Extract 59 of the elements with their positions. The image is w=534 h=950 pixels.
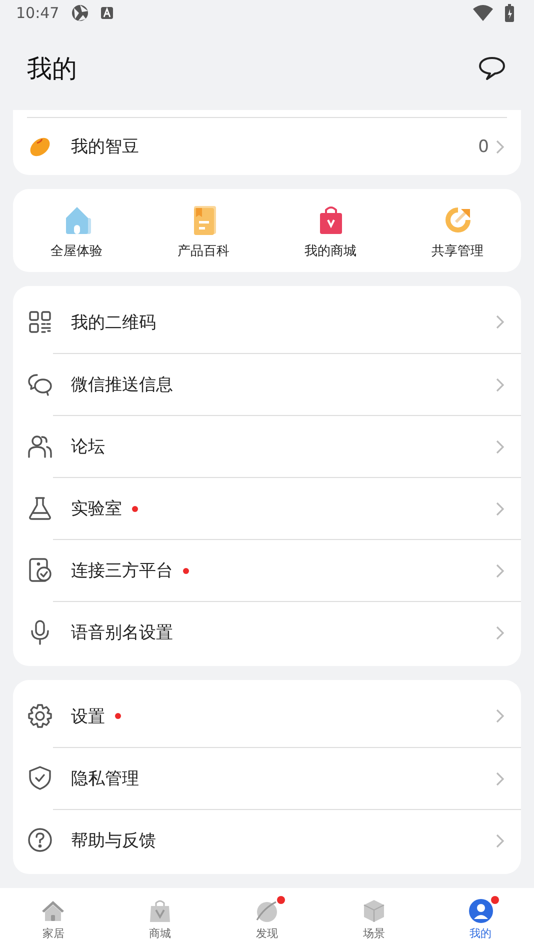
phone-shield-icon: [27, 557, 53, 583]
message-icon[interactable]: [478, 56, 506, 82]
menu-label: 我的二维码: [71, 312, 156, 334]
nav-tab[interactable]: 商城: [106, 888, 214, 950]
menu-label: 连接三方平台: [71, 560, 173, 582]
menu-label: 实验室: [71, 498, 122, 520]
wifi-icon: [473, 5, 493, 22]
status-time: 10:47: [16, 4, 60, 22]
chevron-right-icon: [495, 138, 505, 155]
shortcut-label: 全屋体验: [50, 242, 102, 260]
chevron-right-icon: [495, 562, 505, 578]
nav-tab[interactable]: 家居: [0, 888, 107, 950]
menu-label: 语音别名设置: [71, 622, 173, 644]
nav-tab[interactable]: 我的: [427, 888, 534, 950]
nav-tab[interactable]: 场景: [320, 888, 428, 950]
menu-row[interactable]: 设置: [13, 685, 521, 747]
menu-label: 隐私管理: [71, 768, 139, 790]
menu-label: 论坛: [71, 436, 105, 458]
chevron-right-icon: [495, 500, 505, 516]
battery-icon: [505, 4, 514, 22]
menu-label: 设置: [71, 706, 105, 728]
menu-label: 微信推送信息: [71, 374, 173, 396]
shortcut-item[interactable]: 共享管理: [394, 189, 521, 272]
people-icon: [27, 433, 53, 459]
qr-code-icon: [27, 309, 53, 335]
menu-row[interactable]: 论坛: [13, 415, 521, 477]
aperture-icon: [71, 4, 90, 22]
menu-label: 帮助与反馈: [71, 830, 156, 852]
beans-count: 0: [478, 136, 489, 157]
shortcut-item[interactable]: 产品百科: [140, 189, 267, 272]
menu-row[interactable]: 帮助与反馈: [13, 809, 521, 871]
shield-icon: [27, 765, 53, 791]
help-icon: [27, 827, 53, 853]
chevron-right-icon: [495, 832, 505, 848]
chevron-right-icon: [495, 314, 505, 330]
shortcut-label: 产品百科: [178, 242, 230, 260]
flask-icon: [27, 495, 53, 521]
shortcut-item[interactable]: 全屋体验: [13, 189, 140, 272]
keyboard-icon: [101, 7, 114, 20]
shortcut-item[interactable]: 我的商城: [267, 189, 394, 272]
menu-row[interactable]: 实验室: [13, 477, 521, 539]
chevron-right-icon: [495, 708, 505, 724]
menu-row[interactable]: 微信推送信息: [13, 353, 521, 415]
page-title: 我的: [27, 53, 77, 86]
chevron-right-icon: [495, 770, 505, 786]
chevron-right-icon: [495, 376, 505, 392]
shortcut-label: 我的商城: [304, 242, 356, 260]
settings-icon: [27, 703, 53, 729]
user-icon: [468, 898, 494, 924]
chat-bubbles-icon: [27, 371, 53, 397]
menu-row[interactable]: 我的二维码: [13, 291, 521, 353]
menu-row[interactable]: 连接三方平台: [13, 539, 521, 601]
menu-row[interactable]: 语音别名设置: [13, 601, 521, 663]
shortcut-label: 共享管理: [432, 242, 484, 260]
menu-row[interactable]: 隐私管理: [13, 747, 521, 809]
nav-tab[interactable]: 发现: [214, 888, 320, 950]
chevron-right-icon: [495, 624, 505, 640]
beans-label: 我的智豆: [71, 136, 140, 158]
chevron-right-icon: [495, 438, 505, 454]
